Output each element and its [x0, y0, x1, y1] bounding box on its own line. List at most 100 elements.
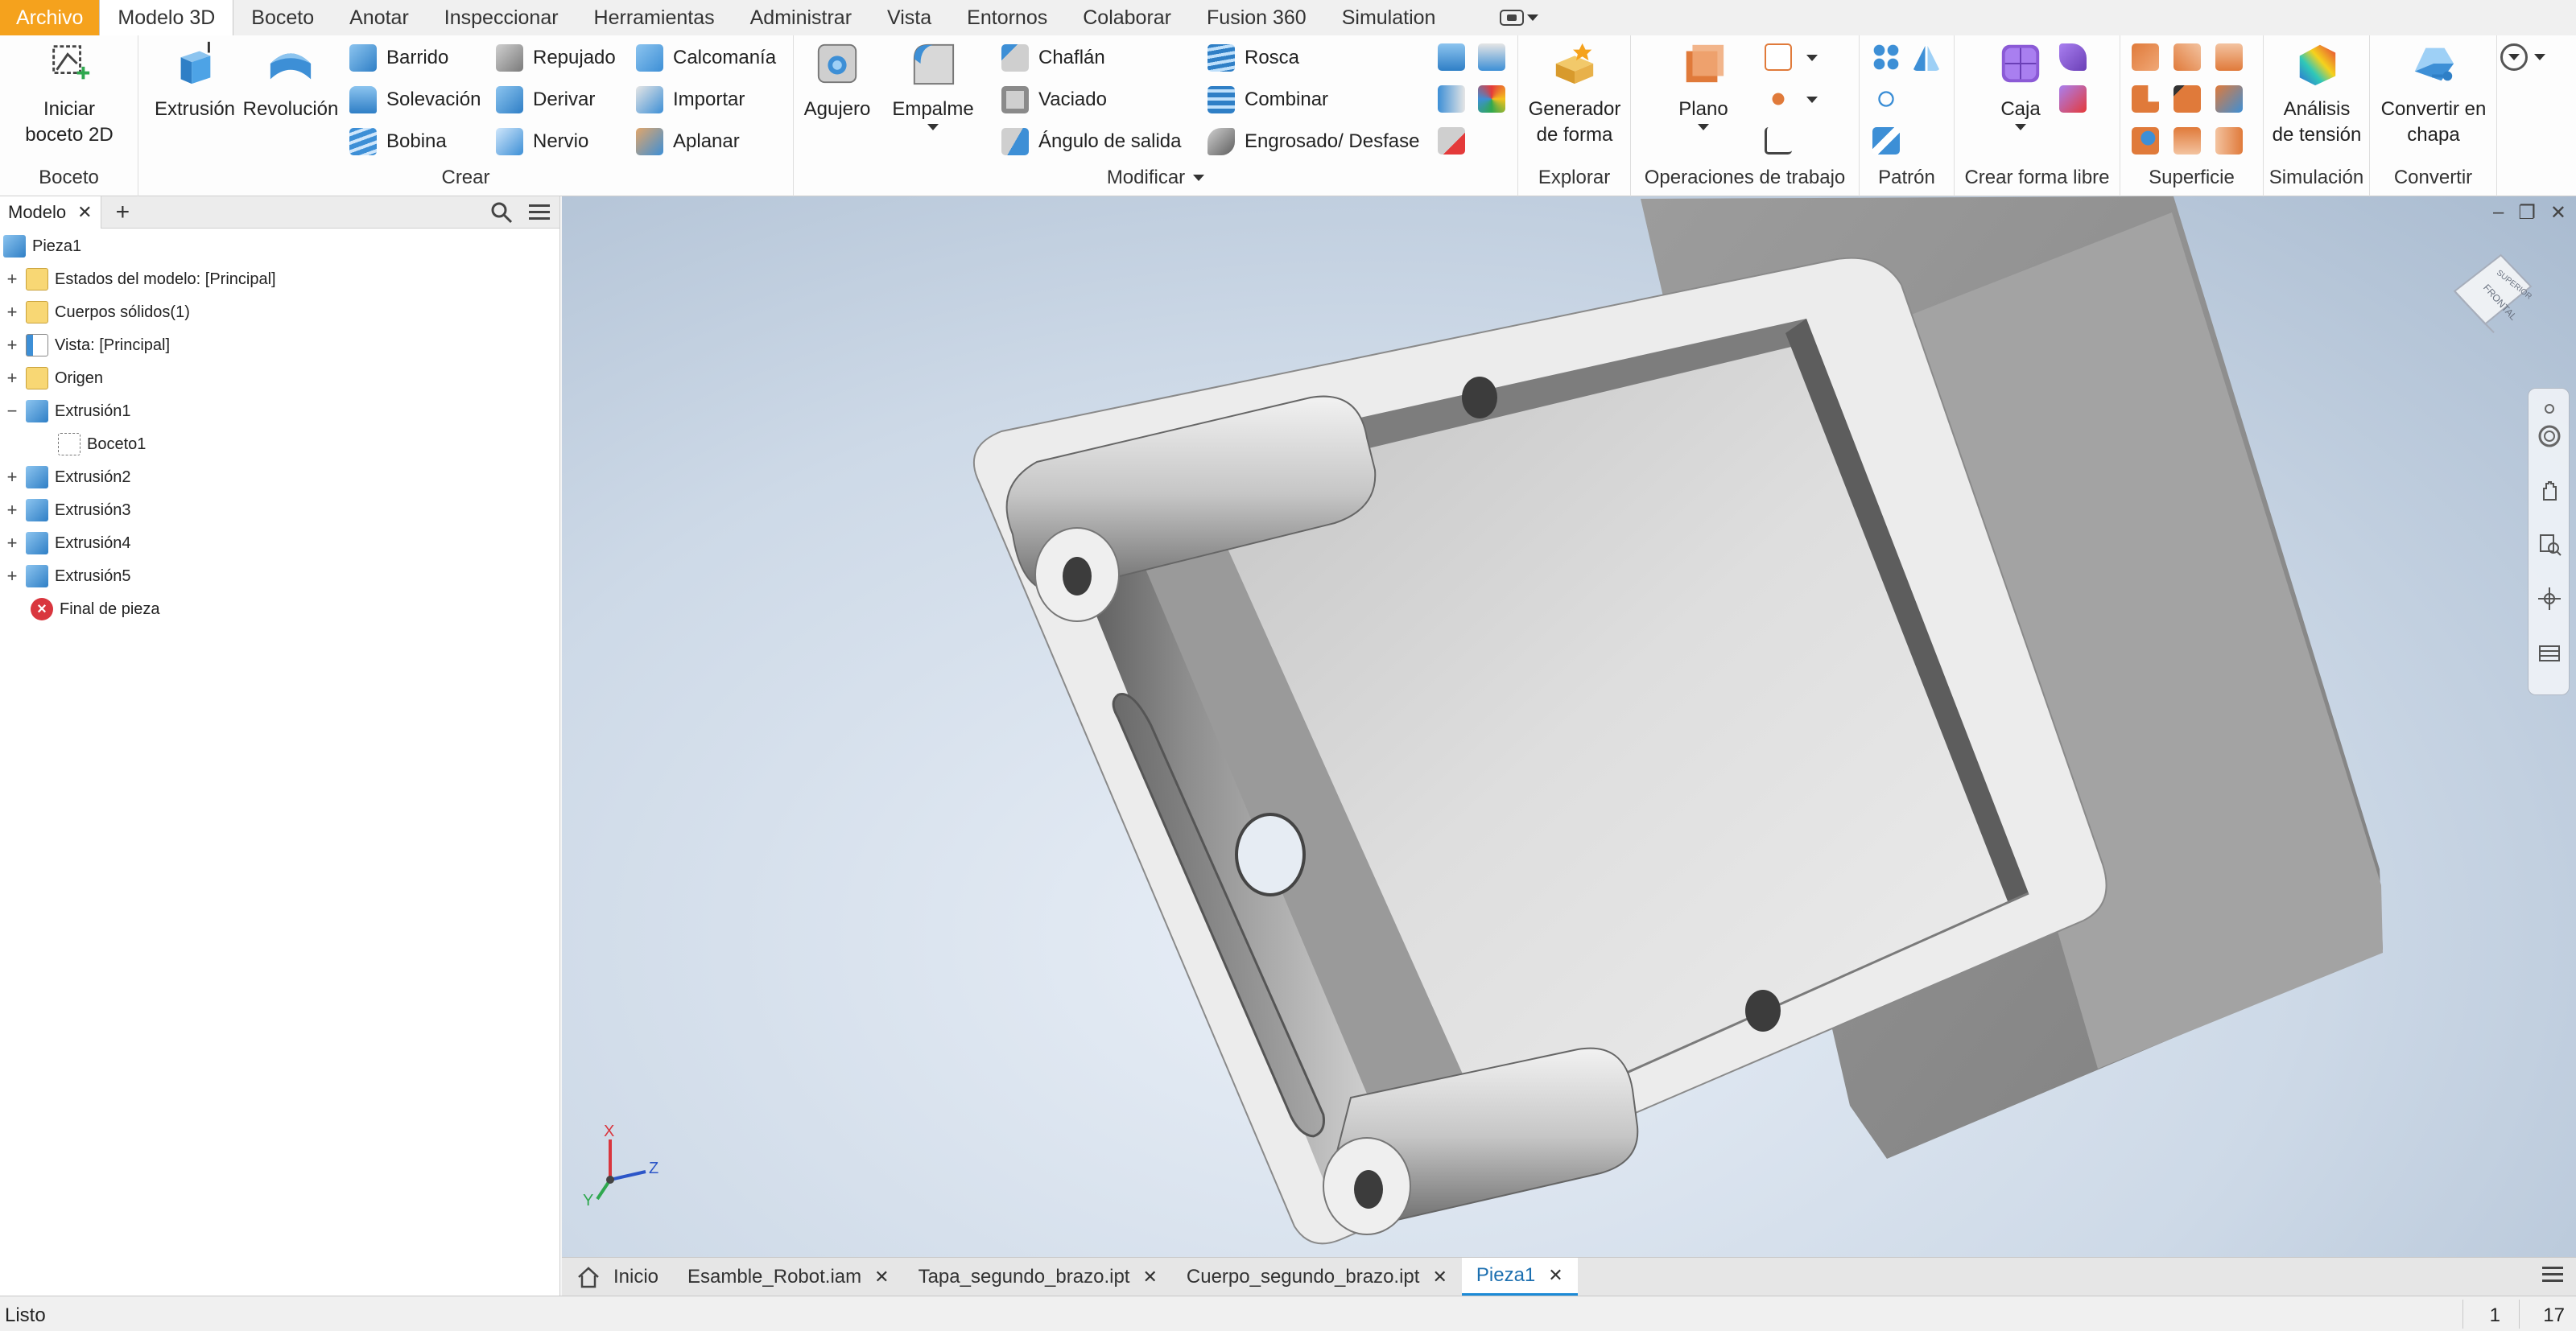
move-face-icon[interactable] [1478, 43, 1505, 71]
tree-node-cuerpos-solidos[interactable]: + Cuerpos sólidos(1) [3, 296, 190, 328]
expand-icon[interactable]: + [3, 467, 21, 488]
expand-icon[interactable]: + [3, 500, 21, 521]
tab-simulation[interactable]: Simulation [1324, 0, 1454, 35]
close-icon[interactable]: ✕ [77, 202, 92, 223]
extend-icon[interactable] [2132, 85, 2159, 113]
expand-icon[interactable]: + [3, 335, 21, 356]
minimize-icon[interactable]: – [2493, 201, 2504, 225]
freeform-convert-icon[interactable] [2059, 85, 2087, 113]
hamburger-menu-icon[interactable] [527, 202, 551, 223]
bobina-button[interactable]: Bobina [349, 124, 447, 159]
expand-icon[interactable]: + [3, 533, 21, 554]
barrido-button[interactable]: Barrido [349, 40, 448, 76]
sketch-pattern-icon[interactable] [1872, 127, 1900, 155]
combinar-button[interactable]: Combinar [1208, 82, 1328, 117]
rosca-button[interactable]: Rosca [1208, 40, 1299, 76]
replace-face-icon[interactable] [2215, 85, 2243, 113]
rectangular-pattern-icon[interactable] [1872, 43, 1900, 71]
tab-herramientas[interactable]: Herramientas [576, 0, 733, 35]
derivar-button[interactable]: Derivar [496, 82, 595, 117]
tab-vista[interactable]: Vista [869, 0, 949, 35]
doc-tab-pieza1[interactable]: Pieza1 ✕ [1461, 1257, 1578, 1296]
chevron-down-icon[interactable] [1806, 97, 1818, 103]
expand-icon[interactable]: + [3, 302, 21, 323]
collapse-icon[interactable]: − [3, 401, 21, 422]
patch-icon[interactable] [2174, 43, 2201, 71]
tab-anotar[interactable]: Anotar [332, 0, 427, 35]
extrusion-button[interactable]: Extrusión [147, 40, 243, 122]
boundary-patch-icon[interactable] [2132, 127, 2159, 155]
angulo-salida-button[interactable]: Ángulo de salida [1001, 124, 1181, 159]
start-2d-sketch-button[interactable]: Iniciar boceto 2D [13, 40, 126, 148]
trim-icon[interactable] [2174, 85, 2201, 113]
stitch-icon[interactable] [2132, 43, 2159, 71]
appearance-icon[interactable] [1478, 85, 1505, 113]
tree-node-origen[interactable]: + Origen [3, 362, 103, 394]
document-list-menu-icon[interactable] [2541, 1264, 2565, 1285]
tab-modelo[interactable]: Modelo ✕ [0, 196, 101, 229]
agujero-button[interactable]: Agujero [797, 40, 877, 122]
work-point-icon[interactable] [1765, 85, 1792, 113]
orbit-icon[interactable] [2537, 587, 2562, 611]
close-icon[interactable]: ✕ [1142, 1267, 1157, 1288]
importar-button[interactable]: Importar [636, 82, 745, 117]
expand-icon[interactable]: + [3, 269, 21, 290]
circular-pattern-icon[interactable] [1872, 85, 1900, 113]
ribbon-options-button[interactable] [2500, 43, 2545, 71]
sculpt-icon[interactable] [2215, 43, 2243, 71]
close-icon[interactable]: ✕ [1432, 1267, 1447, 1288]
view-face-icon[interactable] [2537, 641, 2562, 666]
ruled-surface-icon[interactable] [2174, 127, 2201, 155]
analisis-tension-button[interactable]: Análisis de tensión [2268, 40, 2365, 148]
work-axis-icon[interactable] [1765, 43, 1792, 71]
tab-administrar[interactable]: Administrar [733, 0, 869, 35]
freeform-edit-icon[interactable] [2059, 43, 2087, 71]
tree-node-estados-modelo[interactable]: + Estados del modelo: [Principal] [3, 263, 276, 295]
engrosado-button[interactable]: Engrosado/ Desfase [1208, 124, 1419, 159]
add-browser-tab-icon[interactable]: + [116, 199, 130, 226]
tree-node-extrusion1[interactable]: − Extrusión1 [3, 395, 131, 427]
tab-boceto[interactable]: Boceto [233, 0, 332, 35]
convertir-chapa-button[interactable]: Convertir en chapa [2375, 40, 2492, 148]
caja-button[interactable]: Caja [1988, 40, 2053, 130]
close-icon[interactable]: ✕ [874, 1267, 889, 1288]
doc-tab-tapa-segundo-brazo[interactable]: Tapa_segundo_brazo.ipt ✕ [904, 1258, 1172, 1296]
part-model[interactable]: X Z Y FRONTAL SUPERIOR [562, 196, 2576, 1257]
tree-node-vista[interactable]: + Vista: [Principal] [3, 329, 170, 361]
navbar-close-icon[interactable] [2537, 397, 2562, 421]
close-icon[interactable]: ✕ [2550, 201, 2566, 225]
copy-object-icon[interactable] [1438, 85, 1465, 113]
vaciado-button[interactable]: Vaciado [1001, 82, 1107, 117]
restore-icon[interactable]: ❐ [2518, 201, 2536, 225]
repujado-button[interactable]: Repujado [496, 40, 616, 76]
mirror-icon[interactable] [1913, 43, 1940, 71]
pan-icon[interactable] [2537, 479, 2562, 503]
calcomania-button[interactable]: Calcomanía [636, 40, 776, 76]
tree-node-final-pieza[interactable]: × Final de pieza [31, 593, 160, 625]
tab-archivo[interactable]: Archivo [0, 0, 100, 35]
chevron-down-icon[interactable] [1806, 55, 1818, 61]
delete-face-icon[interactable] [1438, 127, 1465, 155]
expand-icon[interactable]: + [3, 566, 21, 587]
tree-node-extrusion2[interactable]: + Extrusión2 [3, 461, 131, 493]
zoom-icon[interactable] [2537, 532, 2562, 556]
expand-icon[interactable]: + [3, 368, 21, 389]
solevacion-button[interactable]: Solevación [349, 82, 481, 117]
ucs-icon[interactable] [1765, 127, 1792, 155]
graphics-viewport[interactable]: X Z Y FRONTAL SUPERIOR – ❐ ✕ [562, 196, 2576, 1257]
tree-node-extrusion5[interactable]: + Extrusión5 [3, 560, 131, 592]
tree-node-extrusion4[interactable]: + Extrusión4 [3, 527, 131, 559]
tree-node-pieza1[interactable]: Pieza1 [3, 230, 81, 262]
revolucion-button[interactable]: Revolución [238, 40, 343, 122]
empalme-button[interactable]: Empalme [889, 40, 977, 130]
tab-inspeccionar[interactable]: Inspeccionar [427, 0, 576, 35]
plano-button[interactable]: Plano [1663, 40, 1744, 130]
aplanar-button[interactable]: Aplanar [636, 124, 740, 159]
tree-node-extrusion3[interactable]: + Extrusión3 [3, 494, 131, 526]
close-icon[interactable]: ✕ [1548, 1265, 1563, 1286]
chaflan-button[interactable]: Chaflán [1001, 40, 1105, 76]
generador-forma-button[interactable]: Generador de forma [1525, 40, 1624, 148]
panel-title-modificar[interactable]: Modificar [794, 159, 1517, 196]
ribbon-display-options-button[interactable] [1485, 0, 1553, 35]
search-icon[interactable] [490, 201, 513, 224]
